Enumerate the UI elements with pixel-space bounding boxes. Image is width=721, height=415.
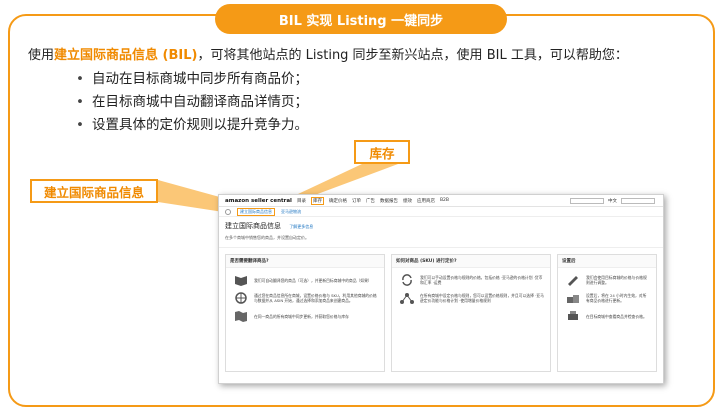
sc-logo: amazon seller central <box>225 197 292 204</box>
callout-intl: 建立国际商品信息 <box>30 179 158 203</box>
intro-text: 使用建立国际商品信息 (BIL)，可将其他站点的 Listing 同步至新兴站点… <box>28 44 718 63</box>
sc-card-title: 设置后 <box>558 255 656 268</box>
sc-card-row: 我们会使用目标商城的价格与价格规则进行调整。 <box>586 275 647 285</box>
sc-nav-item[interactable]: 目录 <box>297 198 306 204</box>
sc-card-row: 我们可自动翻译您的商品（可选），并更新目标商城中的商品（如果） <box>254 277 372 283</box>
benefit-item: 设置具体的定价规则以提升竞争力。 <box>76 114 308 137</box>
sync-icon <box>402 274 412 286</box>
sc-card-row: 在所有商城中设定价格与规则，您可以设置价格规则，并且可以选择 ·亚马逊定价功能与… <box>420 293 544 303</box>
printer-icon <box>568 311 578 320</box>
sc-topbar: amazon seller central 目录 库存 确定价格 订单 广告 数… <box>219 195 663 207</box>
sc-nav-item[interactable]: 绩效 <box>403 198 412 204</box>
boxes-icon <box>567 295 579 303</box>
sc-card-row: 在同一商品的所有商城中同步更新，并获取您价格与库存 <box>254 313 349 319</box>
sc-page-title: 建立国际商品信息 了解更多信息 <box>219 217 663 233</box>
globe-icon <box>235 292 247 304</box>
book-icon <box>235 276 247 286</box>
sc-card-title: 是否需要翻译商品? <box>226 255 384 268</box>
callout-stock: 库存 <box>354 140 410 164</box>
sc-card-row: 我们可以手动设置价格与规则的价格，包括价格 ·亚马逊的价格计划 ·货币和汇率 ·… <box>420 275 543 285</box>
slide-title: BIL 实现 Listing 一键同步 <box>215 4 507 34</box>
network-icon <box>400 293 414 304</box>
benefit-list: 自动在目标商城中同步所有商品价； 在目标商城中自动翻译商品详情页； 设置具体的定… <box>76 68 308 137</box>
sc-card-after: 设置后 我们会使用目标商城的价格与价格规则进行调整。 设置后，将在 24 小时内… <box>557 254 657 372</box>
map-icon <box>235 311 247 322</box>
pen-icon <box>568 276 578 286</box>
sc-card-title: 如何对商品 (SKU) 进行定价? <box>392 255 550 268</box>
sc-nav-item[interactable]: 订单 <box>352 198 361 204</box>
sc-card-row: 通过您在商品信息所在商城，设置价格价格与 SKU，利用其他商城的价格与数据并从 … <box>254 293 377 303</box>
seller-central-screenshot: amazon seller central 目录 库存 确定价格 订单 广告 数… <box>218 194 664 384</box>
sc-marketplace-select[interactable] <box>570 197 604 204</box>
sc-nav-item[interactable]: 应用商店 <box>417 198 435 204</box>
sc-subbar: 建立国际商品信息 亚马逊物流 <box>219 207 663 217</box>
intro-prefix: 使用 <box>28 48 55 63</box>
sc-card-row: 在目标商城中查看商品并检查价格。 <box>586 313 647 319</box>
sc-nav-item[interactable]: 确定价格 <box>329 198 347 204</box>
sc-card-translate: 是否需要翻译商品? 我们可自动翻译您的商品（可选），并更新目标商城中的商品（如果… <box>225 254 385 372</box>
intro-highlight: 建立国际商品信息 (BIL) <box>54 48 198 63</box>
sc-nav-item[interactable]: 广告 <box>366 198 375 204</box>
sc-sub-fba[interactable]: 亚马逊物流 <box>281 209 301 215</box>
sc-nav-inventory[interactable]: 库存 <box>310 196 324 205</box>
sc-nav-item[interactable]: 数据报告 <box>380 198 398 204</box>
sc-home-icon[interactable] <box>225 208 231 215</box>
benefit-item: 自动在目标商城中同步所有商品价； <box>76 68 308 91</box>
sc-learn-more-link[interactable]: 了解更多信息 <box>289 224 313 229</box>
sc-card-pricing: 如何对商品 (SKU) 进行定价? 我们可以手动设置价格与规则的价格，包括价格 … <box>391 254 551 372</box>
sc-search-input[interactable] <box>621 197 655 204</box>
sc-card-row: 设置后，将在 24 小时内生效，对所有商品价格进行更新。 <box>586 293 647 303</box>
benefit-item: 在目标商城中自动翻译商品详情页； <box>76 91 308 114</box>
intro-suffix: ，可将其他站点的 Listing 同步至新兴站点，使用 BIL 工具，可以帮助您… <box>197 48 628 63</box>
sc-nav-item[interactable]: B2B <box>440 198 449 203</box>
sc-page-title-text: 建立国际商品信息 <box>225 222 281 230</box>
sc-sub-intl[interactable]: 建立国际商品信息 <box>237 207 275 216</box>
sc-language[interactable]: 中文 <box>608 198 617 204</box>
sc-page-desc: 在多个商城中销售您的商品，并设置自动定价。 <box>219 233 663 248</box>
